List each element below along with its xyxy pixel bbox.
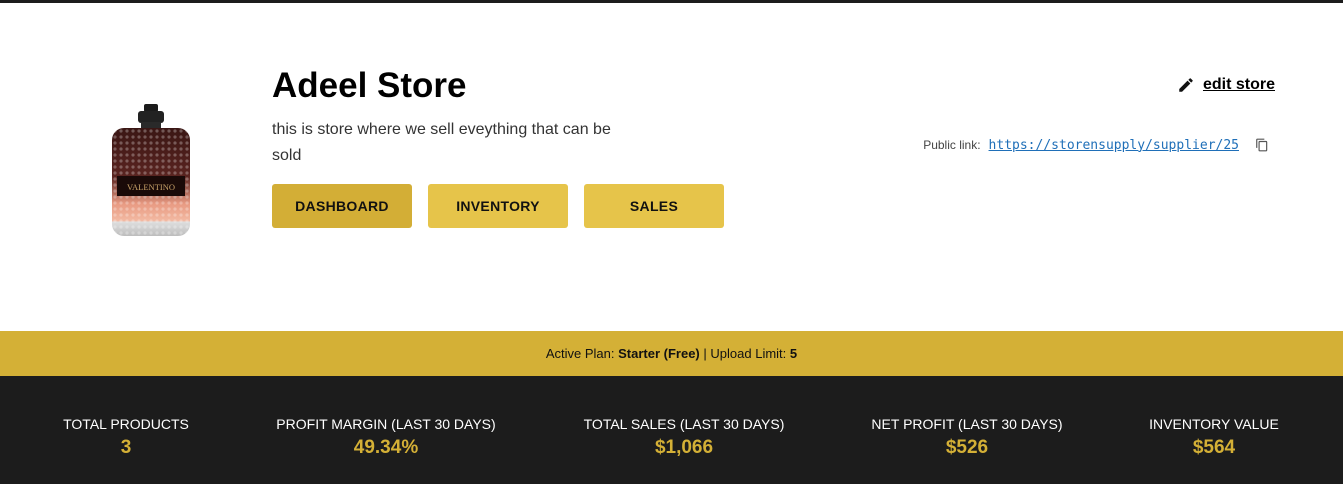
- public-link-row: Public link: https://storensupply/suppli…: [923, 137, 1269, 153]
- stat-value: 3: [120, 437, 132, 458]
- stat-label: INVENTORY VALUE: [1149, 416, 1279, 432]
- plan-prefix: Active Plan:: [545, 346, 615, 361]
- upload-limit-value: 5: [789, 346, 798, 361]
- store-description: this is store where we sell eveything th…: [272, 121, 611, 164]
- pencil-icon: [1179, 78, 1193, 92]
- stat-label: PROFIT MARGIN (LAST 30 DAYS): [276, 416, 496, 432]
- plan-separator: |: [703, 346, 707, 361]
- stat-label: TOTAL SALES (LAST 30 DAYS): [583, 416, 785, 432]
- sales-button[interactable]: SALES: [584, 184, 724, 228]
- stat-label: NET PROFIT (LAST 30 DAYS): [871, 416, 1063, 432]
- dashboard-button[interactable]: DASHBOARD: [272, 184, 412, 228]
- stat-net-profit: NET PROFIT (LAST 30 DAYS) $526: [871, 416, 1062, 459]
- stat-total-products: TOTAL PRODUCTS 3: [63, 416, 189, 459]
- stat-inventory-value: INVENTORY VALUE $564: [1149, 416, 1279, 459]
- public-link-label: Public link:: [923, 138, 981, 152]
- top-border: [0, 0, 1343, 3]
- copy-icon[interactable]: [1255, 137, 1269, 153]
- inventory-button[interactable]: INVENTORY: [428, 184, 568, 228]
- stats-panel: TOTAL PRODUCTS 3 PROFIT MARGIN (LAST 30 …: [0, 376, 1343, 484]
- stat-label: TOTAL PRODUCTS: [63, 416, 189, 432]
- plan-bar: Active Plan: Starter (Free) | Upload Lim…: [0, 331, 1343, 376]
- stat-profit-margin: PROFIT MARGIN (LAST 30 DAYS) 49.34%: [276, 416, 495, 459]
- stat-total-sales: TOTAL SALES (LAST 30 DAYS) $1,066: [584, 416, 785, 459]
- stat-value: $564: [1192, 437, 1236, 458]
- stat-value: $526: [945, 437, 989, 458]
- edit-store-label: edit store: [1202, 76, 1275, 93]
- stat-value: $1,066: [654, 437, 714, 458]
- stat-value: 49.34%: [353, 437, 419, 458]
- plan-name: Starter (Free): [618, 346, 700, 361]
- store-title: Adeel Store: [272, 66, 467, 105]
- bottle-label: VALENTINO: [127, 182, 175, 192]
- public-link-url[interactable]: https://storensupply/supplier/25: [989, 138, 1239, 153]
- upload-limit-label: Upload Limit:: [710, 346, 787, 361]
- store-product-image: VALENTINO: [112, 104, 190, 236]
- edit-store-link[interactable]: edit store: [1177, 76, 1275, 94]
